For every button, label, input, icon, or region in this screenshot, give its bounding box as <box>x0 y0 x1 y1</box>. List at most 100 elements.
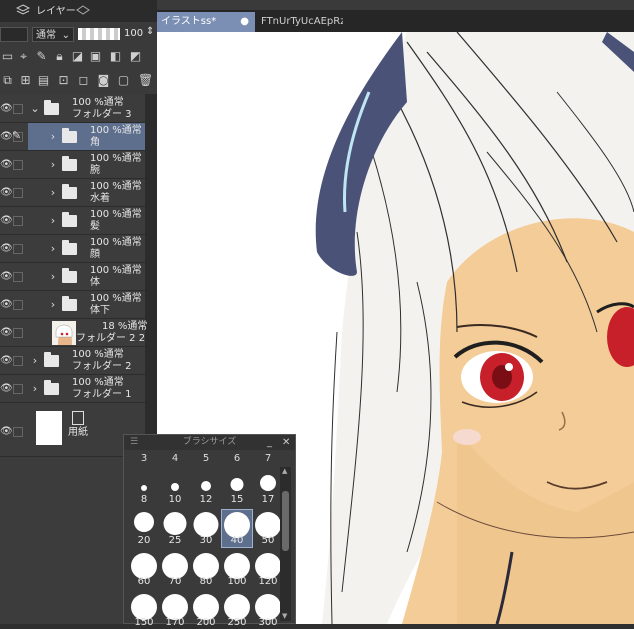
visibility-eye-icon[interactable]: 👁︎ <box>0 407 13 456</box>
layer-lock-toggle[interactable] <box>13 384 23 394</box>
scroll-up-icon[interactable]: ▲ <box>282 467 289 475</box>
layer-row-body[interactable]: 18 %通常 フォルダー 2 2 <box>28 319 147 346</box>
lock-icon[interactable]: 🔒︎ <box>52 49 67 64</box>
layer-row-body[interactable]: › 100 %通常角 <box>28 123 145 150</box>
clip-icon[interactable]: ▭ <box>0 49 15 64</box>
layer-lock-toggle[interactable] <box>13 272 23 282</box>
trash-icon[interactable]: 🗑︎ <box>138 73 153 88</box>
tab-layer[interactable]: レイヤー <box>36 4 76 20</box>
brush-size-option[interactable]: 5 <box>191 453 221 464</box>
layer-row[interactable]: 👁︎ ⌄ 100 %通常 フォルダー 3 <box>0 95 145 123</box>
brush-size-cell[interactable]: 10 <box>160 469 190 506</box>
visibility-eye-icon[interactable]: 👁︎ <box>0 151 13 178</box>
layer-row-body[interactable]: › 100 %通常 体下 <box>28 291 145 318</box>
transfer-down-icon[interactable]: ⊡ <box>56 73 71 88</box>
new-vector-layer-icon[interactable]: ⊞ <box>18 73 33 88</box>
chevron-right-icon[interactable]: › <box>48 179 58 207</box>
visibility-eye-icon[interactable]: 👁︎ <box>0 263 13 290</box>
brush-size-cell[interactable]: 60 <box>129 551 159 588</box>
brush-size-cell[interactable]: 100 <box>222 551 252 588</box>
new-raster-layer-icon[interactable]: ⧉ <box>0 73 15 88</box>
layer-row[interactable]: 👁︎ › 100 %通常髪 <box>0 207 145 235</box>
tab-secondary-icon[interactable] <box>76 4 90 20</box>
layer-row-body[interactable]: ⌄ 100 %通常 フォルダー 3 <box>28 95 145 122</box>
layer-row-body[interactable]: › 100 %通常 フォルダー 1 <box>28 375 145 402</box>
visibility-eye-icon[interactable]: 👁︎ <box>0 319 13 346</box>
palette-scrollbar[interactable]: ▲ ▼ <box>280 467 291 621</box>
opacity-stepper[interactable]: ⇕ <box>146 26 154 37</box>
mask-create-icon[interactable]: ◙ <box>96 73 111 88</box>
layer-row[interactable]: 👁︎ › 100 %通常 フォルダー 1 <box>0 375 145 403</box>
chevron-right-icon[interactable]: › <box>30 347 40 375</box>
brush-size-cell[interactable]: 250 <box>222 592 252 629</box>
layers-stack-icon[interactable] <box>15 4 31 20</box>
brush-size-cell[interactable]: 8 <box>129 469 159 506</box>
brush-size-cell[interactable]: 80 <box>191 551 221 588</box>
brush-size-cell[interactable]: 200 <box>191 592 221 629</box>
layer-row[interactable]: 👁︎ ✎ › 100 %通常角 <box>0 123 145 151</box>
ruler-icon[interactable]: ◧ <box>108 49 123 64</box>
opacity-value[interactable]: 100 <box>124 28 143 39</box>
brush-size-cell[interactable]: 15 <box>222 469 252 506</box>
palette-title-bar[interactable]: ブラシサイズ ☰ _ ✕ <box>124 435 295 450</box>
brush-size-cell[interactable]: 300 <box>253 592 283 629</box>
layer-row[interactable]: 👁︎ › 100 %通常 水着 <box>0 179 145 207</box>
layer-lock-toggle[interactable] <box>13 427 23 437</box>
scroll-down-icon[interactable]: ▼ <box>282 612 289 620</box>
chevron-right-icon[interactable]: › <box>48 235 58 263</box>
layer-color-select[interactable] <box>0 27 28 42</box>
visibility-eye-icon[interactable]: 👁︎ <box>0 347 13 374</box>
visibility-eye-icon[interactable]: 👁︎ <box>0 95 13 122</box>
brush-size-option[interactable]: 4 <box>160 453 190 464</box>
brush-size-option[interactable]: 6 <box>222 453 252 464</box>
brush-size-cell[interactable]: 12 <box>191 469 221 506</box>
brush-size-cell[interactable]: 30 <box>191 510 221 547</box>
draft-icon[interactable]: ✎ <box>34 49 49 64</box>
layer-lock-toggle[interactable] <box>13 328 23 338</box>
layer-row[interactable]: 👁︎ › 100 %通常体 <box>0 263 145 291</box>
layer-lock-toggle[interactable] <box>13 356 23 366</box>
doc-tab-active[interactable]: イラストss* ● <box>157 12 255 32</box>
chevron-right-icon[interactable]: › <box>48 123 58 151</box>
layer-row[interactable]: 👁︎ › 100 %通常 フォルダー 2 <box>0 347 145 375</box>
visibility-eye-icon[interactable]: 👁︎ <box>0 375 13 402</box>
opacity-slider[interactable] <box>78 28 120 40</box>
brush-size-cell[interactable]: 25 <box>160 510 190 547</box>
brush-size-cell[interactable]: 150 <box>129 592 159 629</box>
layer-row[interactable]: 👁︎ › 100 %通常 体下 <box>0 291 145 319</box>
layer-row[interactable]: 👁︎ › 100 %通常腕 <box>0 151 145 179</box>
visibility-eye-icon[interactable]: 👁︎ <box>0 123 13 150</box>
chevron-right-icon[interactable]: › <box>30 375 40 403</box>
brush-size-option[interactable]: 3 <box>129 453 159 464</box>
layer-row-body[interactable]: › 100 %通常腕 <box>28 151 145 178</box>
brush-size-cell[interactable]: 50 <box>253 510 283 547</box>
brush-size-cell[interactable]: 120 <box>253 551 283 588</box>
chevron-down-icon[interactable]: ⌄ <box>30 95 40 123</box>
visibility-eye-icon[interactable]: 👁︎ <box>0 235 13 262</box>
apply-mask-icon[interactable]: ▢ <box>116 73 131 88</box>
layer-lock-toggle[interactable] <box>13 188 23 198</box>
visibility-eye-icon[interactable]: 👁︎ <box>0 179 13 206</box>
chevron-right-icon[interactable]: › <box>48 207 58 235</box>
chevron-right-icon[interactable]: › <box>48 263 58 291</box>
visibility-eye-icon[interactable]: 👁︎ <box>0 291 13 318</box>
layer-lock-toggle[interactable] <box>13 300 23 310</box>
visibility-eye-icon[interactable]: 👁︎ <box>0 207 13 234</box>
brush-size-cell[interactable]: 40 <box>221 509 253 548</box>
layer-row-body[interactable]: › 100 %通常髪 <box>28 207 145 234</box>
layer-row-body[interactable]: › 100 %通常顔 <box>28 235 145 262</box>
layer-lock-toggle[interactable] <box>13 244 23 254</box>
layer-lock-toggle[interactable] <box>13 160 23 170</box>
layer-row[interactable]: 👁︎ › 100 %通常顔 <box>0 235 145 263</box>
brush-size-cell[interactable]: 70 <box>160 551 190 588</box>
layer-lock-toggle[interactable] <box>13 216 23 226</box>
layer-row-body[interactable]: › 100 %通常 水着 <box>28 179 145 206</box>
scrollbar-thumb[interactable] <box>282 491 289 551</box>
menu-icon[interactable]: ☰ <box>130 435 138 450</box>
brush-size-cell[interactable]: 170 <box>160 592 190 629</box>
chevron-right-icon[interactable]: › <box>48 151 58 179</box>
layer-row-body[interactable]: › 100 %通常体 <box>28 263 145 290</box>
mask-icon[interactable]: ▣ <box>88 49 103 64</box>
close-icon[interactable]: ✕ <box>282 435 290 450</box>
brush-size-cell[interactable]: 20 <box>129 510 159 547</box>
